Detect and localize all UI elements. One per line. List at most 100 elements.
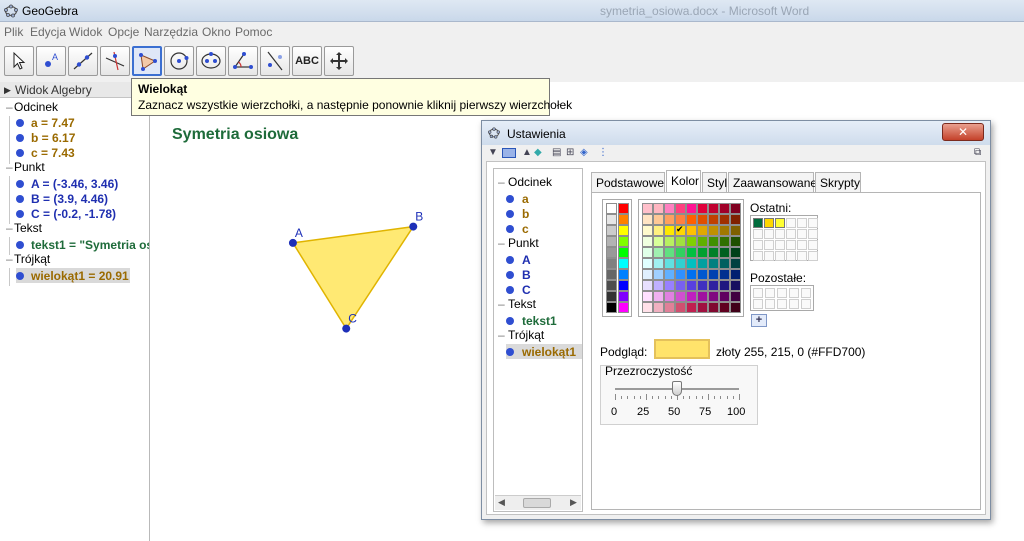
visibility-dot-icon[interactable] <box>16 118 24 127</box>
swatch-bright-6[interactable] <box>618 269 629 280</box>
visibility-dot-icon[interactable] <box>16 194 24 203</box>
tab-podstawowe[interactable]: Podstawowe <box>591 172 665 192</box>
visibility-dot-icon[interactable] <box>16 133 24 142</box>
swatch-0-5[interactable] <box>697 203 708 214</box>
recent-color-cell[interactable] <box>753 240 763 250</box>
swatch-7-8[interactable] <box>730 280 741 291</box>
other-color-cell[interactable] <box>777 288 787 298</box>
tree-item-point-c[interactable]: C <box>506 282 531 297</box>
text-tool-button[interactable]: ABC <box>292 46 322 76</box>
point-b[interactable] <box>409 222 418 231</box>
swatch-bright-9[interactable] <box>618 302 629 313</box>
swatch-9-6[interactable] <box>708 302 719 313</box>
recent-color-cell[interactable] <box>775 229 785 239</box>
reflect-tool-button[interactable] <box>260 46 290 76</box>
swatch-7-7[interactable] <box>719 280 730 291</box>
tab-zaawansowane[interactable]: Zaawansowane <box>728 172 817 192</box>
swatch-6-7[interactable] <box>719 269 730 280</box>
swatch-2-7[interactable] <box>719 225 730 236</box>
recent-color-cell[interactable] <box>764 229 774 239</box>
swatch-5-5[interactable] <box>697 258 708 269</box>
swatch-0-6[interactable] <box>708 203 719 214</box>
swatch-7-4[interactable] <box>686 280 697 291</box>
swatch-8-4[interactable] <box>686 291 697 302</box>
visibility-dot-icon[interactable] <box>16 179 24 188</box>
swatch-2-3[interactable] <box>675 224 686 236</box>
algebra-category-odcinek[interactable]: –Odcinek <box>6 100 58 115</box>
swatch-8-8[interactable] <box>730 291 741 302</box>
menu-edycja[interactable]: Edycja <box>30 25 66 39</box>
swatch-7-1[interactable] <box>653 280 664 291</box>
swatch-gray-9[interactable] <box>606 302 617 313</box>
swatch-7-5[interactable] <box>697 280 708 291</box>
swatch-gray-0[interactable] <box>606 203 617 214</box>
recent-color-cell[interactable] <box>764 240 774 250</box>
swatch-1-5[interactable] <box>697 214 708 225</box>
recent-color-cell[interactable] <box>786 240 796 250</box>
spreadsheet-settings-icon[interactable]: ▤ <box>552 147 561 158</box>
scroll-left-icon[interactable]: ◀ <box>498 497 505 508</box>
other-color-cell[interactable] <box>789 288 799 298</box>
menu-plik[interactable]: Plik <box>4 25 23 39</box>
menu-pomoc[interactable]: Pomoc <box>235 25 272 39</box>
swatch-8-2[interactable] <box>664 291 675 302</box>
scroll-right-icon[interactable]: ▶ <box>570 497 577 508</box>
swatch-4-2[interactable] <box>664 247 675 258</box>
swatch-7-6[interactable] <box>708 280 719 291</box>
transparency-slider-thumb[interactable] <box>672 381 682 396</box>
tab-skrypty[interactable]: Skrypty <box>815 172 861 192</box>
swatch-9-8[interactable] <box>730 302 741 313</box>
swatch-gray-4[interactable] <box>606 247 617 258</box>
scrollbar-thumb[interactable] <box>523 498 551 508</box>
algebra-item-wielokat1[interactable]: wielokąt1 = 20.91 <box>16 268 130 283</box>
algebra-category-tekst[interactable]: –Tekst <box>6 221 42 236</box>
algebra-view-header[interactable]: ▶ Widok Algebry <box>0 82 131 98</box>
more-options-icon[interactable]: ⋮ <box>598 147 608 158</box>
3d-settings-icon[interactable]: ◆ <box>534 147 542 158</box>
swatch-3-7[interactable] <box>719 236 730 247</box>
dropdown-arrow-icon[interactable]: ▼ <box>488 147 498 158</box>
swatch-bright-2[interactable] <box>618 225 629 236</box>
swatch-4-6[interactable] <box>708 247 719 258</box>
swatch-3-1[interactable] <box>653 236 664 247</box>
visibility-dot-icon[interactable] <box>16 148 24 157</box>
menu-narzedzia[interactable]: Narzędzia <box>144 25 198 39</box>
swatch-3-2[interactable] <box>664 236 675 247</box>
swatch-0-4[interactable] <box>686 203 697 214</box>
other-color-cell[interactable] <box>801 299 811 309</box>
swatch-1-4[interactable] <box>686 214 697 225</box>
recent-color-cell[interactable] <box>775 251 785 261</box>
visibility-dot-icon[interactable] <box>16 209 24 218</box>
tree-item-tekst1[interactable]: tekst1 <box>506 313 557 328</box>
swatch-bright-4[interactable] <box>618 247 629 258</box>
swatch-0-8[interactable] <box>730 203 741 214</box>
point-c[interactable] <box>342 324 351 333</box>
swatch-9-7[interactable] <box>719 302 730 313</box>
recent-color-cell[interactable] <box>797 229 807 239</box>
swatch-5-3[interactable] <box>675 258 686 269</box>
other-color-cell[interactable] <box>753 299 763 309</box>
recent-color-cell[interactable] <box>808 251 818 261</box>
recent-color-cell[interactable] <box>775 218 785 228</box>
recent-color-cell[interactable] <box>753 251 763 261</box>
perpendicular-line-tool-button[interactable] <box>100 46 130 76</box>
other-color-cell[interactable] <box>765 288 775 298</box>
swatch-2-4[interactable] <box>686 225 697 236</box>
swatch-6-6[interactable] <box>708 269 719 280</box>
swatch-2-1[interactable] <box>653 225 664 236</box>
swatch-3-5[interactable] <box>697 236 708 247</box>
tree-item-point-b[interactable]: B <box>506 267 531 282</box>
algebra-category-trojkat[interactable]: –Trójkąt <box>6 252 50 267</box>
undock-icon[interactable]: ⧉ <box>974 147 981 158</box>
swatch-6-5[interactable] <box>697 269 708 280</box>
swatch-1-2[interactable] <box>664 214 675 225</box>
swatch-4-5[interactable] <box>697 247 708 258</box>
move-view-tool-button[interactable] <box>324 46 354 76</box>
tree-item-wielokat1[interactable]: wielokąt1 <box>506 344 582 359</box>
recent-color-cell[interactable] <box>753 218 763 228</box>
tab-styl[interactable]: Styl <box>702 172 727 192</box>
swatch-8-5[interactable] <box>697 291 708 302</box>
swatch-9-1[interactable] <box>653 302 664 313</box>
dialog-title-bar[interactable]: Ustawienia ✕ <box>482 121 990 145</box>
swatch-5-4[interactable] <box>686 258 697 269</box>
